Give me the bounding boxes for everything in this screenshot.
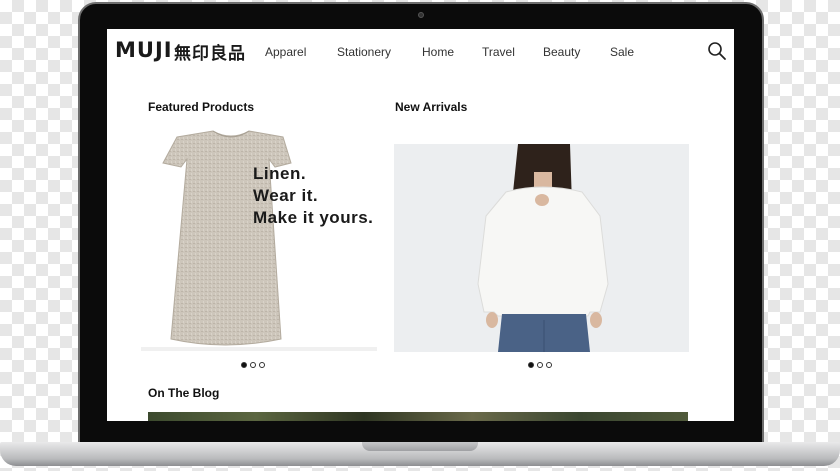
carousel-dot[interactable] xyxy=(241,362,247,368)
blog-image[interactable] xyxy=(148,412,688,421)
promo-line: Linen. xyxy=(253,164,307,183)
featured-product-image[interactable] xyxy=(141,127,377,353)
laptop-notch xyxy=(362,442,478,451)
nav-item-sale[interactable]: Sale xyxy=(610,45,634,59)
nav-item-apparel[interactable]: Apparel xyxy=(265,45,306,59)
new-arrivals-title: New Arrivals xyxy=(395,100,468,114)
promo-line: Wear it. xyxy=(253,186,319,205)
promo-line: Make it yours. xyxy=(253,208,374,227)
search-icon[interactable] xyxy=(707,41,727,61)
carousel-dot[interactable] xyxy=(546,362,552,368)
brand-logo-japanese[interactable]: 無印良品 xyxy=(174,39,246,64)
linen-promo-text: Linen. Wear it. Make it yours. xyxy=(253,163,373,229)
carousel-dot[interactable] xyxy=(528,362,534,368)
carousel-dot[interactable] xyxy=(537,362,543,368)
carousel-dot[interactable] xyxy=(259,362,265,368)
nav-item-beauty[interactable]: Beauty xyxy=(543,45,580,59)
nav-item-stationery[interactable]: Stationery xyxy=(337,45,391,59)
brand-logo[interactable]: MUJI xyxy=(115,38,173,62)
carousel-dot[interactable] xyxy=(250,362,256,368)
new-arrivals-carousel-dots xyxy=(528,362,552,368)
new-arrival-image[interactable] xyxy=(394,144,689,352)
featured-products-title: Featured Products xyxy=(148,100,255,114)
browser-screen: MUJI 無印良品 Apparel Stationery Home Travel… xyxy=(107,29,734,421)
webcam-icon xyxy=(418,12,424,18)
featured-carousel-dots xyxy=(241,362,265,368)
nav-item-home[interactable]: Home xyxy=(422,45,454,59)
nav-item-travel[interactable]: Travel xyxy=(482,45,515,59)
blog-title: On The Blog xyxy=(148,386,220,400)
